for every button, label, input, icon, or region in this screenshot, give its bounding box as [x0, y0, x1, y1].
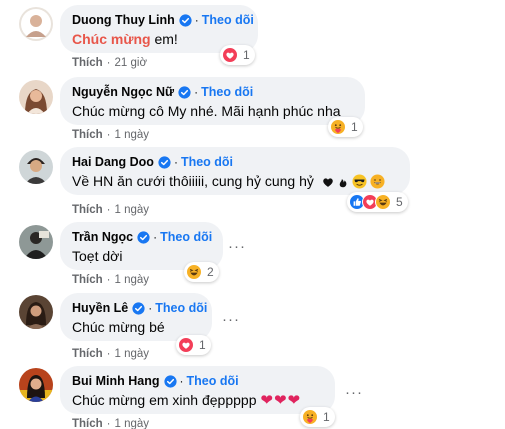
reaction-summary[interactable]: 1	[328, 117, 363, 137]
separator-dot: ·	[106, 274, 111, 286]
like-link[interactable]: Thích	[72, 204, 103, 216]
reaction-summary[interactable]: 5	[347, 192, 408, 212]
commenter-name[interactable]: Trần Ngọc	[72, 229, 133, 245]
comment-actions: Thích · 1 ngày	[72, 418, 149, 429]
separator-dot: ·	[106, 129, 111, 141]
follow-button[interactable]: Theo dõi	[160, 229, 212, 245]
sunglasses-emoji-icon	[352, 174, 367, 194]
comment-text: Về HN ăn cưới thôiiiii, cung hỷ cung hỷ	[72, 172, 398, 194]
love-reaction-icon	[178, 337, 194, 353]
more-options-button[interactable]: ···	[227, 236, 247, 256]
reaction-count: 1	[243, 48, 250, 62]
comment-text-body: Về HN ăn cưới thôiiiii, cung hỷ cung hỷ	[72, 173, 314, 189]
comment-actions: Thích · 21 giờ	[72, 57, 147, 69]
comment-bubble: Huyền Lê · Theo dõi Chúc mừng bé	[60, 293, 212, 341]
separator-dot: ·	[179, 374, 184, 388]
separator-dot: ·	[173, 155, 178, 169]
comment-bubble: Bui Minh Hang · Theo dõi Chúc mừng em xi…	[60, 366, 335, 414]
comment-actions: Thích · 1 ngày	[72, 204, 149, 216]
avatar[interactable]	[19, 7, 53, 41]
commenter-name[interactable]: Huyền Lê	[72, 300, 128, 316]
avatar[interactable]	[19, 80, 53, 114]
comment-actions: Thích · 1 ngày	[72, 348, 149, 360]
black-heart-icon	[322, 174, 334, 193]
comment-text: Chúc mừng em xinh đẹppppp ❤❤❤	[72, 391, 323, 410]
separator-dot: ·	[194, 13, 199, 27]
love-reaction-icon	[222, 47, 238, 63]
separator-dot: ·	[153, 230, 158, 244]
reaction-count: 1	[351, 120, 358, 134]
separator-dot: ·	[148, 301, 153, 315]
avatar[interactable]	[19, 295, 53, 329]
commenter-name[interactable]: Duong Thuy Linh	[72, 12, 175, 28]
like-link[interactable]: Thích	[72, 274, 103, 286]
commenter-name[interactable]: Hai Dang Doo	[72, 154, 154, 170]
more-options-button[interactable]: ···	[221, 309, 241, 329]
reaction-count: 1	[199, 338, 206, 352]
comment-time[interactable]: 1 ngày	[115, 348, 150, 360]
avatar[interactable]	[19, 150, 53, 184]
haha-reaction-icon	[375, 194, 391, 210]
follow-button[interactable]: Theo dõi	[201, 84, 253, 100]
reaction-summary[interactable]: 2	[184, 262, 219, 282]
reaction-summary[interactable]: 1	[176, 335, 211, 355]
haha-reaction-icon	[186, 264, 202, 280]
comment-item: Hai Dang Doo · Theo dõi Về HN ăn cưới th…	[0, 147, 505, 222]
grinning-emoji-icon	[370, 174, 385, 194]
reaction-count: 1	[323, 410, 330, 424]
separator-dot: ·	[106, 204, 111, 216]
follow-button[interactable]: Theo dõi	[187, 373, 239, 389]
follow-button[interactable]: Theo dõi	[181, 154, 233, 170]
like-link[interactable]: Thích	[72, 57, 103, 69]
reaction-count: 2	[207, 265, 214, 279]
comment-item: Bui Minh Hang · Theo dõi Chúc mừng em xi…	[0, 366, 505, 429]
reaction-count: 5	[396, 195, 403, 209]
care-reaction-icon	[330, 119, 346, 135]
follow-button[interactable]: Theo dõi	[155, 300, 207, 316]
care-reaction-icon	[302, 409, 318, 425]
comment-time[interactable]: 1 ngày	[115, 129, 150, 141]
separator-dot: ·	[106, 57, 111, 69]
comment-time[interactable]: 1 ngày	[115, 418, 150, 429]
red-hearts-emoji: ❤❤❤	[260, 392, 302, 409]
comment-item: Duong Thuy Linh · Theo dõi Chúc mừng em!…	[0, 0, 505, 72]
comment-actions: Thích · 1 ngày	[72, 274, 149, 286]
separator-dot: ·	[106, 418, 111, 429]
comment-time[interactable]: 21 giờ	[115, 57, 147, 69]
comment-text: Chúc mừng bé	[72, 319, 165, 335]
comment-text: Chúc mừng cô My nhé. Mãi hạnh phúc nha	[72, 103, 341, 119]
comment-time[interactable]: 1 ngày	[115, 274, 150, 286]
separator-dot: ·	[106, 348, 111, 360]
like-link[interactable]: Thích	[72, 129, 103, 141]
commenter-name[interactable]: Bui Minh Hang	[72, 373, 160, 389]
verified-badge-icon	[132, 302, 145, 315]
more-options-button[interactable]: ···	[344, 382, 364, 402]
verified-badge-icon	[158, 156, 171, 169]
verified-badge-icon	[179, 14, 192, 27]
comment-text-body: Chúc mừng em xinh đẹppppp	[72, 392, 257, 408]
verified-badge-icon	[178, 86, 191, 99]
comment-text-highlight: Chúc mừng	[72, 31, 151, 47]
avatar[interactable]	[19, 368, 53, 402]
comment-bubble: Nguyễn Ngọc Nữ · Theo dõi Chúc mừng cô M…	[60, 77, 365, 125]
avatar[interactable]	[19, 225, 53, 259]
commenter-name[interactable]: Nguyễn Ngọc Nữ	[72, 84, 174, 100]
comment-item: Nguyễn Ngọc Nữ · Theo dõi Chúc mừng cô M…	[0, 72, 505, 147]
follow-button[interactable]: Theo dõi	[202, 12, 254, 28]
verified-badge-icon	[137, 231, 150, 244]
reaction-summary[interactable]: 1	[220, 45, 255, 65]
comment-time[interactable]: 1 ngày	[115, 204, 150, 216]
separator-dot: ·	[194, 85, 199, 99]
black-flame-icon	[338, 174, 348, 193]
verified-badge-icon	[164, 375, 177, 388]
like-link[interactable]: Thích	[72, 348, 103, 360]
comment-item: Trần Ngọc · Theo dõi Toẹt dời ··· 2 Thíc…	[0, 222, 505, 292]
comment-text-rest: em!	[150, 31, 178, 47]
reaction-summary[interactable]: 1	[300, 407, 335, 427]
comment-bubble: Hai Dang Doo · Theo dõi Về HN ăn cưới th…	[60, 147, 410, 195]
comment-item: Huyền Lê · Theo dõi Chúc mừng bé ··· 1 T…	[0, 292, 505, 366]
comment-text: Chúc mừng em!	[72, 30, 246, 49]
like-link[interactable]: Thích	[72, 418, 103, 429]
comment-actions: Thích · 1 ngày	[72, 129, 149, 141]
